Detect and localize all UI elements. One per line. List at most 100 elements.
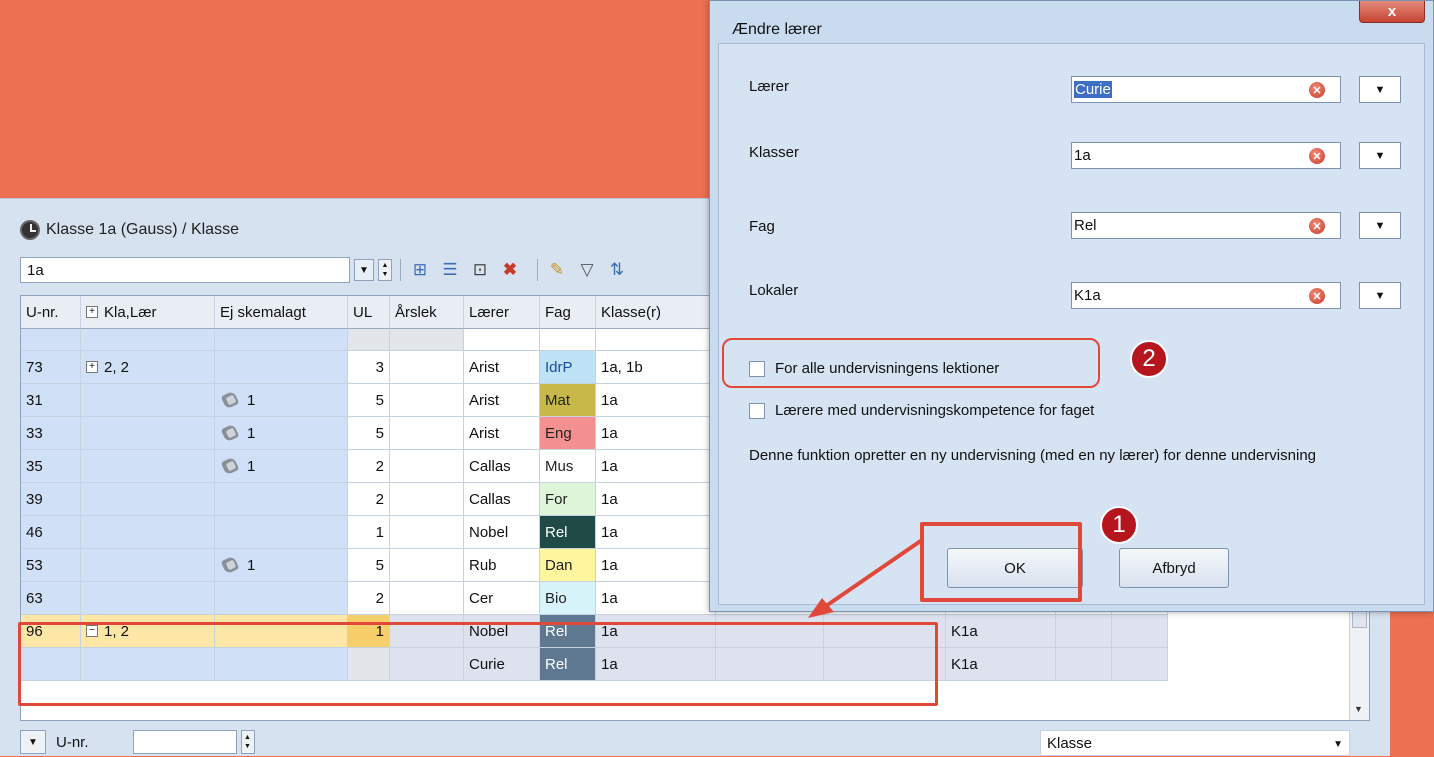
cell-arslek <box>390 384 464 417</box>
cell-fag: IdrP <box>540 351 596 384</box>
cell-fag: For <box>540 483 596 516</box>
col-header-ul[interactable]: UL <box>348 296 390 329</box>
fag-badge: Mus <box>540 450 595 482</box>
cell-ej-value: 1 <box>247 556 256 574</box>
col-header-unr[interactable]: U-nr. <box>21 296 81 329</box>
filter-icon[interactable]: ▽ <box>576 259 598 281</box>
cell-blank <box>1056 648 1112 681</box>
clock-icon <box>20 220 40 240</box>
cell-ej <box>215 351 348 384</box>
edit-icon[interactable]: ✎ <box>546 259 568 281</box>
filter-cell[interactable] <box>464 329 540 351</box>
fag-badge: Mat <box>540 384 595 416</box>
competence-label: Lærere med undervisningskompetence for f… <box>775 402 1095 419</box>
cell-arslek <box>390 483 464 516</box>
filter-cell[interactable] <box>390 329 464 351</box>
info-text: Denne funktion opretter en ny undervisni… <box>749 447 1316 464</box>
chevron-down-icon: ▼ <box>1333 739 1343 750</box>
col-header-kla-laer[interactable]: + Kla,Lær <box>81 296 215 329</box>
expand-all-icon[interactable]: ⊞ <box>409 259 431 281</box>
col-header-klasse[interactable]: Klasse(r) <box>596 296 716 329</box>
fag-badge: IdrP <box>540 351 595 383</box>
clear-icon[interactable]: ✕ <box>1309 218 1325 234</box>
cell-ej: 1 <box>215 549 348 582</box>
expand-icon[interactable]: + <box>86 306 98 318</box>
cell-unr: 73 <box>21 351 81 384</box>
hand-icon <box>221 556 241 574</box>
dialog-title: Ændre lærer <box>732 21 822 38</box>
change-teacher-dialog: Ændre lærer x Lærer Curie ✕ ▼ Klasser 1a… <box>709 0 1434 612</box>
cell-kla <box>81 582 215 615</box>
cell-unr: 39 <box>21 483 81 516</box>
cell-kla: +2, 2 <box>81 351 215 384</box>
clear-icon[interactable]: ✕ <box>1309 82 1325 98</box>
sort-icon[interactable]: ⇅ <box>606 259 628 281</box>
cell-kla <box>81 483 215 516</box>
cell-kla <box>81 516 215 549</box>
col-header-kla-laer-label: Kla,Lær <box>104 303 157 321</box>
subject-input[interactable]: Rel <box>1071 212 1341 239</box>
rooms-input[interactable]: K1a <box>1071 282 1341 309</box>
expand-icon[interactable]: + <box>86 361 98 373</box>
class-combo[interactable]: 1a <box>20 257 350 283</box>
list-view-icon[interactable]: ☰ <box>439 259 461 281</box>
cell-lokale: K1a <box>946 615 1056 648</box>
unr-spinner[interactable]: ▲ ▼ <box>240 730 255 754</box>
filter-cell[interactable] <box>215 329 348 351</box>
competence-checkbox-row[interactable]: Lærere med undervisningskompetence for f… <box>749 402 1094 419</box>
cell-fag: Dan <box>540 549 596 582</box>
delete-icon[interactable]: ✖ <box>499 259 521 281</box>
filter-cell[interactable] <box>540 329 596 351</box>
cell-kla <box>81 549 215 582</box>
col-header-laerer[interactable]: Lærer <box>464 296 540 329</box>
new-lesson-icon[interactable]: ⊡ <box>469 259 491 281</box>
classes-input[interactable]: 1a <box>1071 142 1341 169</box>
cell-ej <box>215 483 348 516</box>
menu-dropdown-button[interactable]: ▼ <box>20 730 46 754</box>
filter-cell[interactable] <box>81 329 215 351</box>
cell-ul: 5 <box>348 384 390 417</box>
subject-label: Fag <box>749 218 775 235</box>
cancel-button[interactable]: Afbryd <box>1119 548 1229 588</box>
view-select[interactable]: Klasse ▼ <box>1040 730 1350 756</box>
subject-dropdown[interactable]: ▼ <box>1359 212 1401 239</box>
scroll-thumb[interactable] <box>1352 610 1367 628</box>
fag-badge: Dan <box>540 549 595 581</box>
cell-ej-value: 1 <box>247 424 256 442</box>
filter-cell[interactable] <box>348 329 390 351</box>
col-header-fag[interactable]: Fag <box>540 296 596 329</box>
rooms-dropdown[interactable]: ▼ <box>1359 282 1401 309</box>
scroll-down-icon[interactable]: ▼ <box>1354 704 1363 714</box>
cell-unr: 46 <box>21 516 81 549</box>
annotation-badge-2: 2 <box>1130 340 1168 378</box>
cell-ej-value: 1 <box>247 391 256 409</box>
unr-input[interactable] <box>132 730 237 754</box>
clear-icon[interactable]: ✕ <box>1309 148 1325 164</box>
cell-blank <box>1112 648 1168 681</box>
cell-kla <box>81 450 215 483</box>
filter-cell[interactable] <box>21 329 81 351</box>
fag-badge: Bio <box>540 582 595 614</box>
toolbar-divider <box>537 259 538 281</box>
cell-ej <box>215 582 348 615</box>
classes-dropdown[interactable]: ▼ <box>1359 142 1401 169</box>
close-button[interactable]: x <box>1359 1 1425 23</box>
teacher-input[interactable]: Curie <box>1071 76 1341 103</box>
class-combo-dropdown[interactable]: ▼ <box>354 259 374 281</box>
cell-kla <box>81 384 215 417</box>
col-header-arslek[interactable]: Årslek <box>390 296 464 329</box>
cell-klasse: 1a, 1b <box>596 351 716 384</box>
clear-icon[interactable]: ✕ <box>1309 288 1325 304</box>
cell-unr: 31 <box>21 384 81 417</box>
cell-laerer: Rub <box>464 549 540 582</box>
cell-klasse: 1a <box>596 483 716 516</box>
col-header-ej-skemalagt[interactable]: Ej skemalagt <box>215 296 348 329</box>
fag-badge: Eng <box>540 417 595 449</box>
hand-icon <box>221 457 241 475</box>
class-spinner[interactable]: ▲ ▼ <box>378 259 392 281</box>
hand-icon <box>221 391 241 409</box>
hand-icon <box>221 424 241 442</box>
competence-checkbox[interactable] <box>749 402 765 419</box>
teacher-dropdown[interactable]: ▼ <box>1359 76 1401 103</box>
filter-cell[interactable] <box>596 329 716 351</box>
